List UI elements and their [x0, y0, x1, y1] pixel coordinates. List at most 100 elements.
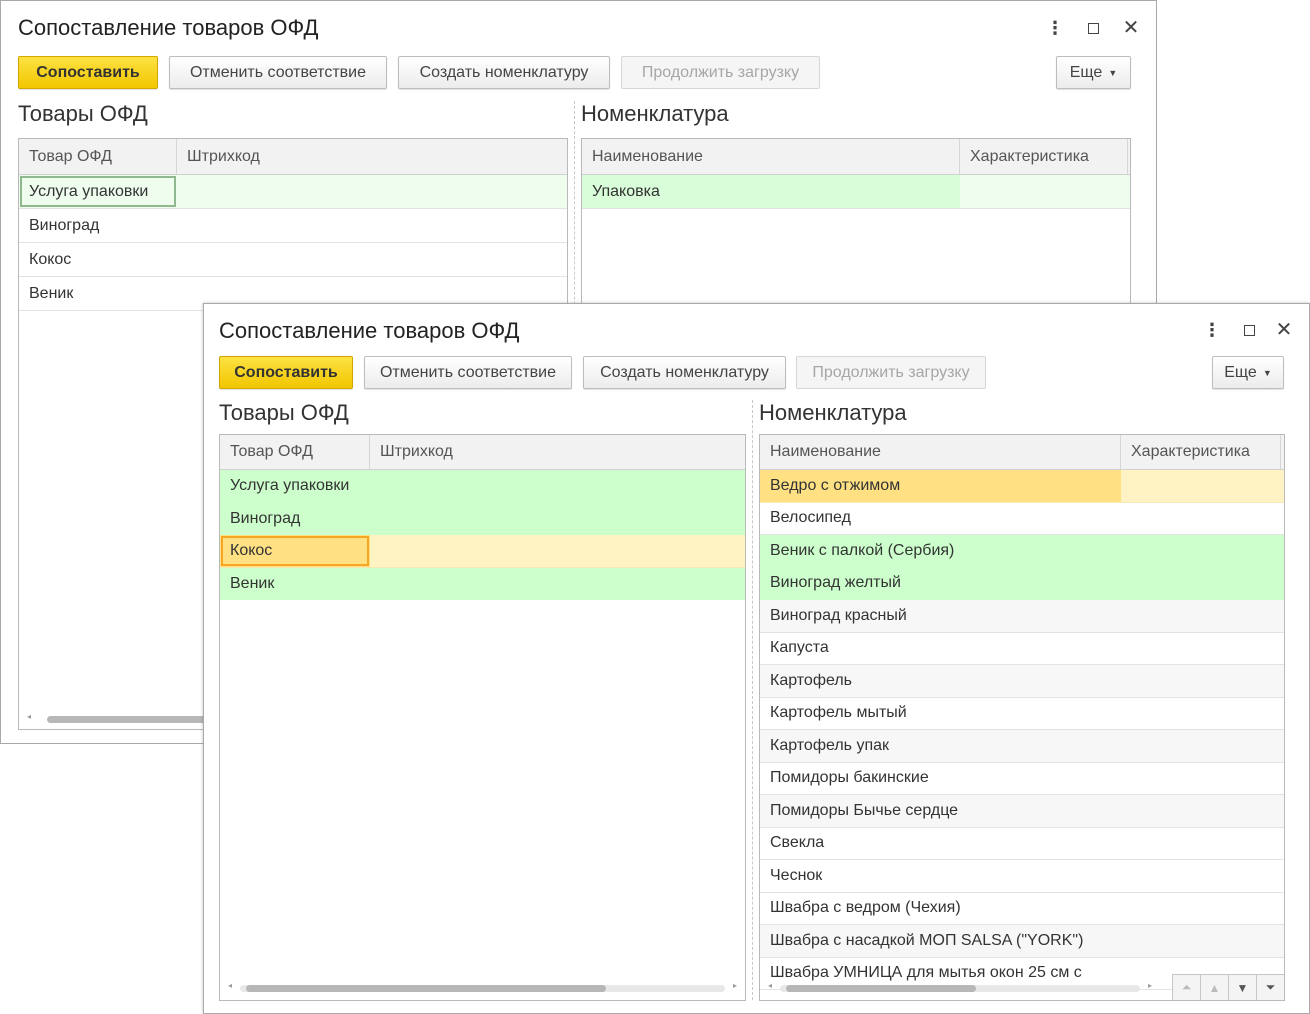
go-up-icon[interactable]: ▲ — [1200, 974, 1229, 1000]
table-row[interactable]: Виноград желтый — [760, 567, 1284, 600]
scroll-right-icon[interactable]: ▸ — [1148, 981, 1152, 990]
cell-name[interactable]: Чеснок — [760, 860, 1121, 892]
more-button[interactable]: Еще ▼ — [1056, 56, 1131, 89]
cell-characteristic[interactable] — [1121, 665, 1284, 697]
cell-name[interactable]: Помидоры Бычье сердце — [760, 795, 1121, 827]
table-row[interactable]: Кокос — [19, 243, 567, 277]
table-row[interactable]: Веник с палкой (Сербия) — [760, 535, 1284, 568]
table-row[interactable]: Картофель упак — [760, 730, 1284, 763]
cell-ofd-good[interactable]: Веник — [19, 277, 177, 310]
cell-name[interactable]: Виноград красный — [760, 600, 1121, 632]
cell-ofd-good[interactable]: Виноград — [220, 503, 370, 534]
cell-characteristic[interactable] — [1121, 893, 1284, 925]
cell-name[interactable]: Веник с палкой (Сербия) — [760, 535, 1121, 567]
table-row[interactable]: Виноград — [19, 209, 567, 243]
cell-characteristic[interactable] — [1121, 828, 1284, 860]
panel-splitter[interactable] — [752, 400, 753, 1000]
ofd-goods-table[interactable]: Товар ОФД Штрихкод Услуга упаковки Виног… — [219, 434, 746, 1001]
column-header-barcode[interactable]: Штрихкод — [370, 435, 745, 469]
table-row[interactable]: Картофель — [760, 665, 1284, 698]
continue-load-button[interactable]: Продолжить загрузку — [796, 356, 986, 389]
cell-characteristic[interactable] — [1121, 698, 1284, 730]
more-actions-icon[interactable]: ⋮ — [1043, 16, 1067, 40]
cell-name[interactable]: Картофель — [760, 665, 1121, 697]
table-row[interactable]: Виноград красный — [760, 600, 1284, 633]
table-row[interactable]: Капуста — [760, 633, 1284, 665]
column-header-ofd-good[interactable]: Товар ОФД — [19, 139, 177, 174]
cell-name[interactable]: Капуста — [760, 633, 1121, 665]
cell-name[interactable]: Картофель упак — [760, 730, 1121, 762]
table-row[interactable]: Виноград — [220, 503, 745, 535]
more-button[interactable]: Еще ▼ — [1212, 356, 1284, 389]
go-first-icon[interactable]: ⏶ — [1172, 974, 1201, 1000]
cell-characteristic[interactable] — [1121, 535, 1284, 567]
table-row[interactable]: Картофель мытый — [760, 698, 1284, 730]
cell-characteristic[interactable] — [1121, 600, 1284, 632]
create-nomenclature-button[interactable]: Создать номенклатуру — [398, 56, 610, 89]
maximize-icon[interactable] — [1081, 16, 1105, 40]
cell-name[interactable]: Велосипед — [760, 503, 1121, 535]
more-actions-icon[interactable]: ⋮ — [1200, 318, 1224, 342]
create-nomenclature-button[interactable]: Создать номенклатуру — [583, 356, 786, 389]
scrollbar-thumb[interactable] — [786, 985, 976, 992]
close-icon[interactable]: ✕ — [1119, 16, 1143, 40]
cell-ofd-good[interactable]: Кокос — [19, 243, 177, 276]
cancel-match-button[interactable]: Отменить соответствие — [364, 356, 572, 389]
scroll-right-icon[interactable]: ▸ — [733, 981, 737, 990]
cell-name[interactable]: Виноград желтый — [760, 568, 1121, 600]
column-header-barcode[interactable]: Штрихкод — [177, 139, 567, 174]
table-row[interactable]: Свекла — [760, 828, 1284, 860]
close-icon[interactable]: ✕ — [1272, 318, 1296, 342]
scroll-left-icon[interactable]: ◂ — [27, 712, 31, 721]
cell-characteristic[interactable] — [1121, 795, 1284, 827]
table-row[interactable]: Ведро с отжимом — [760, 470, 1284, 503]
table-row[interactable]: Помидоры Бычье сердце — [760, 795, 1284, 828]
cell-ofd-good[interactable]: Веник — [220, 568, 370, 599]
table-row[interactable]: Услуга упаковки — [220, 470, 745, 503]
table-row[interactable]: Кокос — [220, 535, 745, 568]
scroll-left-icon[interactable]: ◂ — [228, 981, 232, 990]
cell-ofd-good[interactable]: Кокос — [220, 535, 370, 567]
match-button[interactable]: Сопоставить — [219, 356, 353, 389]
cell-ofd-good[interactable]: Виноград — [19, 209, 177, 242]
go-last-icon[interactable]: ⏷ — [1256, 974, 1284, 1000]
cell-characteristic[interactable] — [1121, 925, 1284, 957]
cell-characteristic[interactable] — [1121, 470, 1284, 502]
go-down-icon[interactable]: ▼ — [1228, 974, 1257, 1000]
column-header-name[interactable]: Наименование — [582, 139, 960, 174]
table-row[interactable]: Чеснок — [760, 860, 1284, 893]
horizontal-scrollbar[interactable]: ◂ ▸ — [220, 980, 745, 996]
table-row[interactable]: Услуга упаковки — [19, 175, 567, 209]
horizontal-scrollbar[interactable]: ◂ ▸ — [760, 980, 1160, 996]
continue-load-button[interactable]: Продолжить загрузку — [621, 56, 820, 89]
cell-characteristic[interactable] — [1121, 503, 1284, 535]
cell-characteristic[interactable] — [1121, 730, 1284, 762]
maximize-icon[interactable] — [1237, 318, 1261, 342]
cell-name[interactable]: Ведро с отжимом — [760, 470, 1121, 502]
cell-characteristic[interactable] — [1121, 568, 1284, 600]
cell-characteristic[interactable] — [1121, 633, 1284, 665]
cell-name[interactable]: Картофель мытый — [760, 698, 1121, 730]
window-front[interactable]: Сопоставление товаров ОФД ⋮ ✕ Сопоставит… — [203, 303, 1310, 1014]
cell-characteristic[interactable] — [1121, 860, 1284, 892]
cell-name[interactable]: Швабра с насадкой МОП SALSA ("YORK") — [760, 925, 1121, 957]
scroll-left-icon[interactable]: ◂ — [768, 981, 772, 990]
table-row[interactable]: Веник — [220, 568, 745, 600]
table-row[interactable]: Помидоры бакинские — [760, 763, 1284, 795]
scrollbar-thumb[interactable] — [246, 985, 606, 992]
table-row[interactable]: Велосипед — [760, 503, 1284, 535]
cell-name[interactable]: Свекла — [760, 828, 1121, 860]
table-row[interactable]: Швабра с ведром (Чехия) — [760, 893, 1284, 925]
cell-ofd-good[interactable]: Услуга упаковки — [220, 470, 370, 502]
cancel-match-button[interactable]: Отменить соответствие — [169, 56, 387, 89]
column-header-ofd-good[interactable]: Товар ОФД — [220, 435, 370, 469]
column-header-characteristic[interactable]: Характеристика — [960, 139, 1128, 174]
cell-name[interactable]: Упаковка — [582, 175, 960, 208]
column-header-characteristic[interactable]: Характеристика — [1121, 435, 1281, 469]
column-header-name[interactable]: Наименование — [760, 435, 1121, 469]
cell-name[interactable]: Швабра с ведром (Чехия) — [760, 893, 1121, 925]
nomenclature-table[interactable]: Наименование Характеристика Ведро с отжи… — [759, 434, 1285, 1001]
table-row[interactable]: Упаковка — [582, 175, 1130, 209]
table-row[interactable]: Швабра с насадкой МОП SALSA ("YORK") — [760, 925, 1284, 958]
match-button[interactable]: Сопоставить — [18, 56, 158, 89]
